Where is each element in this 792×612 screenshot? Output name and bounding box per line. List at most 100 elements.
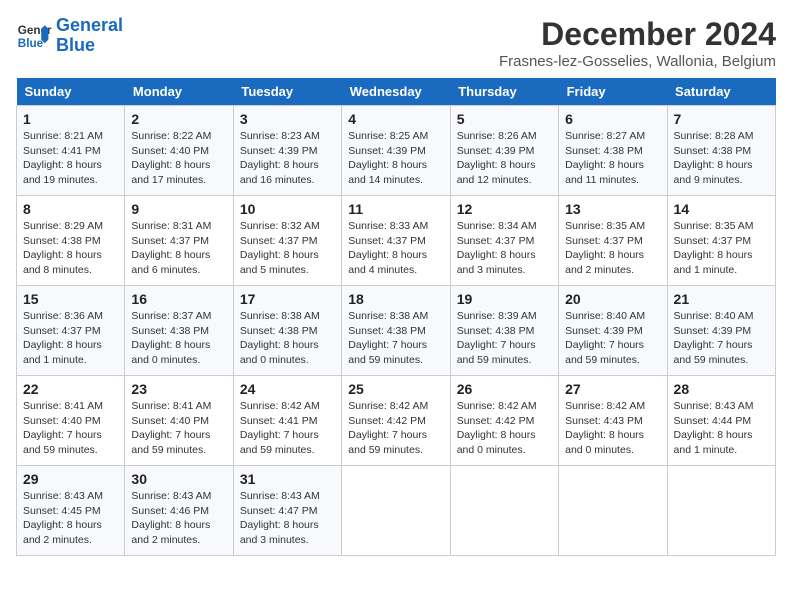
- calendar-cell: [667, 466, 775, 556]
- calendar-cell: 6 Sunrise: 8:27 AM Sunset: 4:38 PM Dayli…: [559, 106, 667, 196]
- day-number: 27: [565, 381, 660, 397]
- day-number: 9: [131, 201, 226, 217]
- calendar-cell: 7 Sunrise: 8:28 AM Sunset: 4:38 PM Dayli…: [667, 106, 775, 196]
- day-info: Sunrise: 8:40 AM Sunset: 4:39 PM Dayligh…: [565, 309, 660, 368]
- day-info: Sunrise: 8:42 AM Sunset: 4:42 PM Dayligh…: [348, 399, 443, 458]
- day-number: 23: [131, 381, 226, 397]
- day-info: Sunrise: 8:42 AM Sunset: 4:41 PM Dayligh…: [240, 399, 335, 458]
- calendar-cell: 14 Sunrise: 8:35 AM Sunset: 4:37 PM Dayl…: [667, 196, 775, 286]
- day-info: Sunrise: 8:42 AM Sunset: 4:43 PM Dayligh…: [565, 399, 660, 458]
- calendar-cell: [342, 466, 450, 556]
- calendar-cell: 8 Sunrise: 8:29 AM Sunset: 4:38 PM Dayli…: [17, 196, 125, 286]
- calendar-cell: 18 Sunrise: 8:38 AM Sunset: 4:38 PM Dayl…: [342, 286, 450, 376]
- day-number: 13: [565, 201, 660, 217]
- day-number: 3: [240, 111, 335, 127]
- calendar-cell: 10 Sunrise: 8:32 AM Sunset: 4:37 PM Dayl…: [233, 196, 341, 286]
- calendar-cell: 25 Sunrise: 8:42 AM Sunset: 4:42 PM Dayl…: [342, 376, 450, 466]
- calendar-cell: 24 Sunrise: 8:42 AM Sunset: 4:41 PM Dayl…: [233, 376, 341, 466]
- calendar-cell: 22 Sunrise: 8:41 AM Sunset: 4:40 PM Dayl…: [17, 376, 125, 466]
- day-info: Sunrise: 8:31 AM Sunset: 4:37 PM Dayligh…: [131, 219, 226, 278]
- col-header-wednesday: Wednesday: [342, 78, 450, 106]
- day-info: Sunrise: 8:23 AM Sunset: 4:39 PM Dayligh…: [240, 129, 335, 188]
- day-info: Sunrise: 8:35 AM Sunset: 4:37 PM Dayligh…: [674, 219, 769, 278]
- day-number: 24: [240, 381, 335, 397]
- calendar-cell: 17 Sunrise: 8:38 AM Sunset: 4:38 PM Dayl…: [233, 286, 341, 376]
- calendar-cell: 4 Sunrise: 8:25 AM Sunset: 4:39 PM Dayli…: [342, 106, 450, 196]
- calendar-cell: 16 Sunrise: 8:37 AM Sunset: 4:38 PM Dayl…: [125, 286, 233, 376]
- col-header-tuesday: Tuesday: [233, 78, 341, 106]
- calendar-cell: 31 Sunrise: 8:43 AM Sunset: 4:47 PM Dayl…: [233, 466, 341, 556]
- day-number: 29: [23, 471, 118, 487]
- day-info: Sunrise: 8:40 AM Sunset: 4:39 PM Dayligh…: [674, 309, 769, 368]
- calendar-cell: 2 Sunrise: 8:22 AM Sunset: 4:40 PM Dayli…: [125, 106, 233, 196]
- calendar-cell: 1 Sunrise: 8:21 AM Sunset: 4:41 PM Dayli…: [17, 106, 125, 196]
- calendar-week-2: 8 Sunrise: 8:29 AM Sunset: 4:38 PM Dayli…: [17, 196, 776, 286]
- calendar-cell: 19 Sunrise: 8:39 AM Sunset: 4:38 PM Dayl…: [450, 286, 558, 376]
- logo-text-line2: Blue: [56, 36, 123, 56]
- day-info: Sunrise: 8:32 AM Sunset: 4:37 PM Dayligh…: [240, 219, 335, 278]
- day-info: Sunrise: 8:26 AM Sunset: 4:39 PM Dayligh…: [457, 129, 552, 188]
- day-info: Sunrise: 8:27 AM Sunset: 4:38 PM Dayligh…: [565, 129, 660, 188]
- col-header-thursday: Thursday: [450, 78, 558, 106]
- calendar-week-1: 1 Sunrise: 8:21 AM Sunset: 4:41 PM Dayli…: [17, 106, 776, 196]
- day-info: Sunrise: 8:36 AM Sunset: 4:37 PM Dayligh…: [23, 309, 118, 368]
- calendar-cell: 9 Sunrise: 8:31 AM Sunset: 4:37 PM Dayli…: [125, 196, 233, 286]
- day-info: Sunrise: 8:28 AM Sunset: 4:38 PM Dayligh…: [674, 129, 769, 188]
- calendar-cell: 15 Sunrise: 8:36 AM Sunset: 4:37 PM Dayl…: [17, 286, 125, 376]
- logo-icon: General Blue: [16, 18, 52, 54]
- calendar-cell: 27 Sunrise: 8:42 AM Sunset: 4:43 PM Dayl…: [559, 376, 667, 466]
- col-header-friday: Friday: [559, 78, 667, 106]
- title-block: December 2024 Frasnes-lez-Gosselies, Wal…: [499, 16, 776, 70]
- day-number: 19: [457, 291, 552, 307]
- col-header-saturday: Saturday: [667, 78, 775, 106]
- calendar-week-5: 29 Sunrise: 8:43 AM Sunset: 4:45 PM Dayl…: [17, 466, 776, 556]
- day-info: Sunrise: 8:42 AM Sunset: 4:42 PM Dayligh…: [457, 399, 552, 458]
- day-number: 30: [131, 471, 226, 487]
- calendar-cell: [450, 466, 558, 556]
- day-info: Sunrise: 8:41 AM Sunset: 4:40 PM Dayligh…: [131, 399, 226, 458]
- day-number: 2: [131, 111, 226, 127]
- calendar-cell: [559, 466, 667, 556]
- calendar-header-row: SundayMondayTuesdayWednesdayThursdayFrid…: [17, 78, 776, 106]
- day-number: 18: [348, 291, 443, 307]
- calendar-cell: 20 Sunrise: 8:40 AM Sunset: 4:39 PM Dayl…: [559, 286, 667, 376]
- day-info: Sunrise: 8:43 AM Sunset: 4:44 PM Dayligh…: [674, 399, 769, 458]
- calendar-cell: 5 Sunrise: 8:26 AM Sunset: 4:39 PM Dayli…: [450, 106, 558, 196]
- day-number: 31: [240, 471, 335, 487]
- day-number: 11: [348, 201, 443, 217]
- day-number: 1: [23, 111, 118, 127]
- calendar-cell: 28 Sunrise: 8:43 AM Sunset: 4:44 PM Dayl…: [667, 376, 775, 466]
- calendar-body: 1 Sunrise: 8:21 AM Sunset: 4:41 PM Dayli…: [17, 106, 776, 556]
- calendar-cell: 21 Sunrise: 8:40 AM Sunset: 4:39 PM Dayl…: [667, 286, 775, 376]
- day-number: 20: [565, 291, 660, 307]
- day-number: 15: [23, 291, 118, 307]
- month-title: December 2024: [499, 16, 776, 53]
- day-info: Sunrise: 8:41 AM Sunset: 4:40 PM Dayligh…: [23, 399, 118, 458]
- day-number: 21: [674, 291, 769, 307]
- day-number: 10: [240, 201, 335, 217]
- logo-text-line1: General: [56, 16, 123, 36]
- day-info: Sunrise: 8:38 AM Sunset: 4:38 PM Dayligh…: [240, 309, 335, 368]
- page-header: General Blue General Blue December 2024 …: [16, 16, 776, 70]
- calendar-week-3: 15 Sunrise: 8:36 AM Sunset: 4:37 PM Dayl…: [17, 286, 776, 376]
- day-number: 4: [348, 111, 443, 127]
- calendar-cell: 12 Sunrise: 8:34 AM Sunset: 4:37 PM Dayl…: [450, 196, 558, 286]
- day-number: 6: [565, 111, 660, 127]
- calendar-cell: 3 Sunrise: 8:23 AM Sunset: 4:39 PM Dayli…: [233, 106, 341, 196]
- day-info: Sunrise: 8:43 AM Sunset: 4:47 PM Dayligh…: [240, 489, 335, 548]
- day-info: Sunrise: 8:29 AM Sunset: 4:38 PM Dayligh…: [23, 219, 118, 278]
- calendar-cell: 23 Sunrise: 8:41 AM Sunset: 4:40 PM Dayl…: [125, 376, 233, 466]
- day-number: 14: [674, 201, 769, 217]
- day-info: Sunrise: 8:35 AM Sunset: 4:37 PM Dayligh…: [565, 219, 660, 278]
- day-info: Sunrise: 8:43 AM Sunset: 4:45 PM Dayligh…: [23, 489, 118, 548]
- calendar-cell: 11 Sunrise: 8:33 AM Sunset: 4:37 PM Dayl…: [342, 196, 450, 286]
- calendar-week-4: 22 Sunrise: 8:41 AM Sunset: 4:40 PM Dayl…: [17, 376, 776, 466]
- col-header-monday: Monday: [125, 78, 233, 106]
- day-info: Sunrise: 8:34 AM Sunset: 4:37 PM Dayligh…: [457, 219, 552, 278]
- svg-text:Blue: Blue: [18, 37, 44, 50]
- day-number: 25: [348, 381, 443, 397]
- calendar-cell: 13 Sunrise: 8:35 AM Sunset: 4:37 PM Dayl…: [559, 196, 667, 286]
- location: Frasnes-lez-Gosselies, Wallonia, Belgium: [499, 53, 776, 70]
- day-info: Sunrise: 8:37 AM Sunset: 4:38 PM Dayligh…: [131, 309, 226, 368]
- day-info: Sunrise: 8:38 AM Sunset: 4:38 PM Dayligh…: [348, 309, 443, 368]
